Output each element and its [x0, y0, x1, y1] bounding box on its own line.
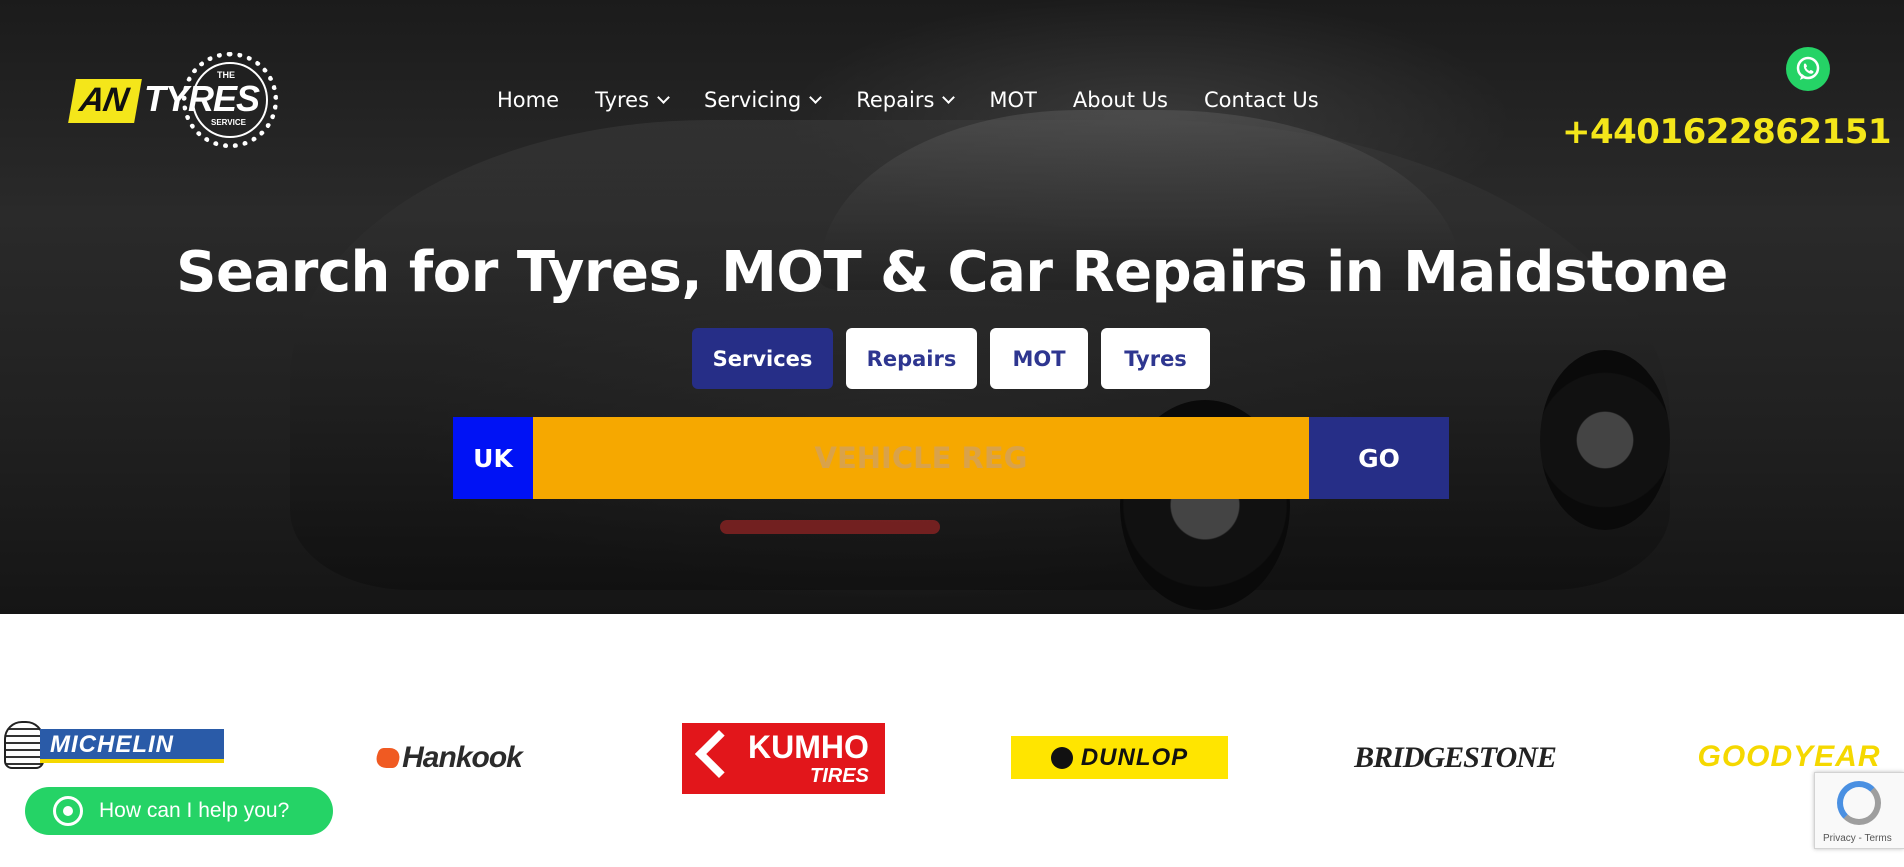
main-nav: Home Tyres Servicing Repairs MOT About U…	[497, 86, 1319, 114]
logo-tyres-text: TYRES	[144, 78, 260, 119]
logo-service-text: SERVICE	[211, 118, 246, 127]
nav-item-tyres[interactable]: Tyres	[595, 88, 670, 112]
nav-item-home[interactable]: Home	[497, 88, 559, 112]
go-button[interactable]: GO	[1309, 417, 1449, 499]
hero-background-tail-light	[720, 520, 940, 534]
vehicle-reg-input[interactable]	[533, 417, 1309, 499]
tab-tyres[interactable]: Tyres	[1101, 328, 1210, 389]
chat-label: How can I help you?	[99, 799, 290, 822]
whatsapp-chat-button[interactable]: How can I help you?	[25, 787, 333, 835]
kumho-k-icon	[694, 729, 744, 779]
vehicle-reg-search: UK GO	[453, 417, 1449, 499]
chevron-down-icon	[809, 90, 823, 104]
recaptcha-badge[interactable]: Privacy - Terms	[1814, 772, 1904, 849]
whatsapp-icon[interactable]	[1786, 47, 1830, 91]
brand-logo-hankook[interactable]: Hankook	[340, 740, 558, 776]
brand-logo-kumho[interactable]: KUMHO TIRES	[682, 723, 885, 794]
recaptcha-links[interactable]: Privacy - Terms	[1823, 833, 1892, 844]
hero-section: AN THE TYRES SERVICE Home Tyres Servicin…	[0, 0, 1904, 614]
nav-item-repairs[interactable]: Repairs	[856, 88, 956, 112]
tab-repairs[interactable]: Repairs	[846, 328, 977, 389]
brand-logo-bridgestone[interactable]: BRIDGESTONE	[1346, 738, 1564, 778]
hankook-h-icon	[372, 748, 404, 768]
search-type-tabs: Services Repairs MOT Tyres	[692, 328, 1223, 389]
brand-logo-michelin[interactable]: MICHELIN	[0, 721, 224, 769]
whatsapp-icon	[53, 796, 83, 826]
uk-country-badge: UK	[453, 417, 533, 499]
page-title: Search for Tyres, MOT & Car Repairs in M…	[176, 240, 1728, 305]
nav-item-mot[interactable]: MOT	[989, 88, 1036, 112]
brand-logo-dunlop[interactable]: DUNLOP	[1011, 736, 1228, 779]
logo-an-badge: AN	[68, 79, 142, 123]
dunlop-d-icon	[1050, 746, 1073, 769]
tab-services[interactable]: Services	[692, 328, 833, 389]
chevron-down-icon	[657, 90, 670, 104]
nav-item-contact-us[interactable]: Contact Us	[1204, 88, 1319, 112]
phone-number-link[interactable]: +4401622862151	[1562, 112, 1892, 152]
nav-item-about-us[interactable]: About Us	[1073, 88, 1168, 112]
chevron-down-icon	[942, 90, 956, 104]
michelin-man-icon	[4, 721, 44, 769]
nav-item-servicing[interactable]: Servicing	[704, 88, 823, 112]
recaptcha-icon	[1837, 781, 1881, 825]
site-logo[interactable]: AN THE TYRES SERVICE	[68, 52, 280, 148]
tab-mot[interactable]: MOT	[990, 328, 1088, 389]
hero-background-wheel	[1540, 350, 1670, 530]
